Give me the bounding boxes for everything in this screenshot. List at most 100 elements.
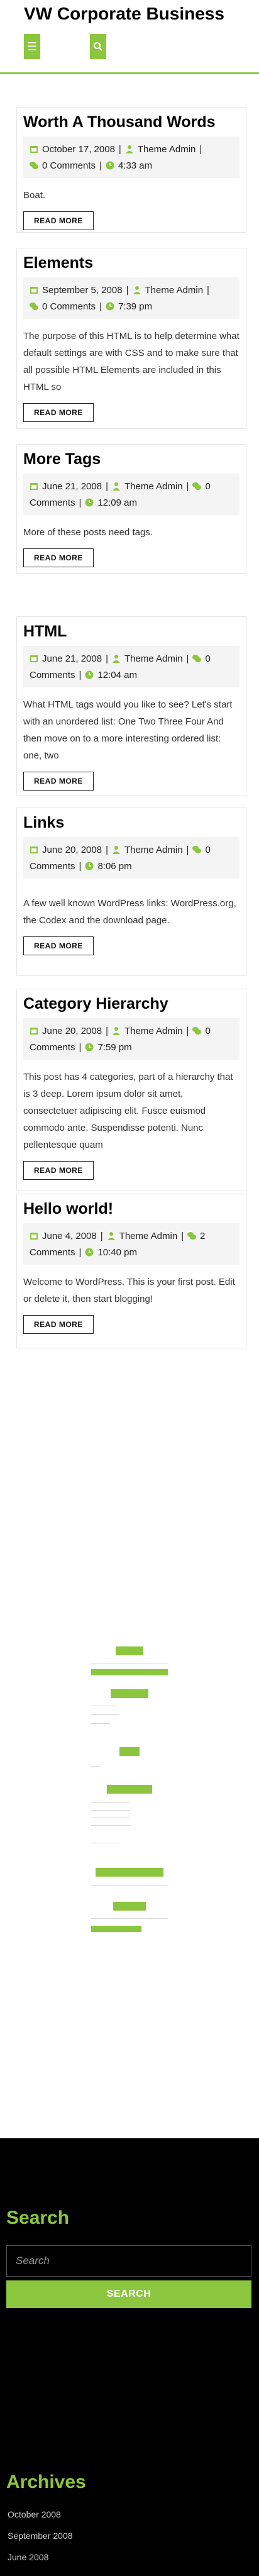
post-date[interactable]: September 5, 2008 [42, 285, 123, 296]
post-author[interactable]: Theme Admin [145, 285, 204, 296]
post-time: 12:04 am [97, 670, 137, 680]
user-icon [107, 1232, 115, 1240]
sidebar-widget-heading [96, 1868, 163, 1877]
sidebar-select[interactable] [91, 1918, 168, 1919]
clock-icon [85, 1043, 94, 1052]
sidebar-list-item[interactable] [91, 1810, 130, 1811]
post-title[interactable]: Worth A Thousand Words [23, 113, 240, 131]
user-icon [113, 655, 120, 663]
read-more-button[interactable]: READ MORE [23, 772, 94, 791]
post-card: More Tags June 21, 2008 | Theme Admin | 0 Co… [16, 444, 246, 574]
post-comments[interactable]: 0 Comments [42, 160, 96, 171]
post-time: 8:06 pm [97, 861, 132, 872]
post-author[interactable]: Theme Admin [124, 653, 183, 664]
post-meta: September 5, 2008 | Theme Admin | 0 Comment… [23, 277, 240, 319]
post-excerpt: What HTML tags would you like to see? Le… [23, 699, 233, 761]
post-meta: June 20, 2008 | Theme Admin | 0 Comments | 8:0… [23, 837, 240, 879]
post-meta: October 17, 2008 | Theme Admin | 0 Comments… [23, 136, 240, 178]
site-header: VW Corporate Business ☰ [0, 0, 259, 74]
post-author[interactable]: Theme Admin [124, 845, 183, 855]
menu-icon: ☰ [26, 40, 38, 53]
read-more-button[interactable]: READ MORE [23, 211, 94, 230]
user-icon [113, 846, 120, 854]
post-card: Hello world! June 4, 2008 | Theme Admin | 2 … [16, 1194, 246, 1348]
post-author[interactable]: Theme Admin [124, 481, 183, 492]
sidebar-widget-heading [107, 1785, 152, 1794]
archive-link[interactable]: October 2008 [8, 2509, 61, 2519]
sidebar-list-item[interactable] [91, 1714, 119, 1715]
post-author[interactable]: Theme Admin [119, 1231, 178, 1241]
comments-icon [192, 482, 202, 490]
read-more-button[interactable]: READ MORE [23, 1161, 94, 1180]
comments-icon [30, 162, 38, 169]
sidebar-list-item[interactable] [91, 1802, 129, 1803]
archive-link[interactable]: September 2008 [8, 2531, 73, 2541]
sidebar-list-item[interactable] [91, 1766, 100, 1767]
site-title[interactable]: VW Corporate Business [24, 4, 224, 24]
post-meta: June 21, 2008 | Theme Admin | 0 Comments | 12:… [23, 646, 240, 687]
sidebar-list-item[interactable] [91, 1825, 131, 1826]
post-card: Worth A Thousand Words October 17, 2008 |… [16, 107, 246, 233]
clock-icon [106, 302, 114, 311]
post-card: Category Hierarchy June 20, 2008 | Theme A… [16, 989, 246, 1191]
sidebar-tag[interactable] [91, 1926, 141, 1932]
clock-icon [106, 161, 114, 170]
footer-search-input[interactable]: Search [6, 2245, 251, 2277]
post-date[interactable]: October 17, 2008 [42, 144, 115, 155]
post-comments[interactable]: 0 Comments [42, 301, 96, 312]
user-icon [133, 286, 141, 294]
post-title[interactable]: Category Hierarchy [23, 994, 240, 1013]
post-time: 7:59 pm [97, 1042, 132, 1053]
comments-icon [192, 655, 202, 662]
archive-link[interactable]: June 2008 [8, 2552, 48, 2562]
post-date[interactable]: June 4, 2008 [42, 1231, 97, 1241]
user-icon [125, 145, 133, 153]
clock-icon [85, 1248, 94, 1257]
calendar-icon [30, 287, 38, 294]
read-more-button[interactable]: READ MORE [23, 403, 94, 422]
sidebar-select[interactable] [91, 1885, 168, 1886]
post-title[interactable]: More Tags [23, 450, 240, 469]
sidebar-widget-heading [111, 1689, 148, 1698]
menu-toggle-button[interactable]: ☰ [24, 34, 40, 59]
post-date[interactable]: June 20, 2008 [42, 845, 102, 855]
post-author[interactable]: Theme Admin [138, 144, 196, 155]
post-author[interactable]: Theme Admin [124, 1026, 183, 1036]
footer-search-button[interactable]: SEARCH [6, 2280, 251, 2308]
post-title[interactable]: HTML [23, 622, 240, 641]
post-meta: June 20, 2008 | Theme Admin | 0 Comments | 7:5… [23, 1018, 240, 1060]
post-time: 7:39 pm [118, 301, 153, 312]
post-date[interactable]: June 21, 2008 [42, 481, 102, 492]
comments-icon [187, 1232, 197, 1240]
footer-search-title: Search [6, 2207, 70, 2228]
post-meta: June 21, 2008 | Theme Admin | 0 Comments | 12:… [23, 474, 240, 515]
post-card: Elements September 5, 2008 | Theme Admin | … [16, 248, 246, 429]
post-date[interactable]: June 20, 2008 [42, 1026, 102, 1036]
search-icon [94, 42, 102, 51]
read-more-button[interactable]: READ MORE [23, 936, 94, 955]
post-title[interactable]: Hello world! [23, 1199, 240, 1218]
sidebar-list-item[interactable] [91, 1723, 110, 1724]
post-title[interactable]: Links [23, 813, 240, 832]
post-excerpt: Boat. [23, 190, 46, 201]
calendar-icon [30, 1233, 38, 1240]
post-excerpt: This post has 4 categories, part of a hi… [23, 1072, 233, 1150]
post-card: Links June 20, 2008 | Theme Admin | 0 Commen… [16, 808, 246, 976]
comments-icon [192, 846, 202, 853]
calendar-icon [30, 146, 38, 153]
read-more-button[interactable]: READ MORE [23, 548, 94, 567]
post-date[interactable]: June 21, 2008 [42, 653, 102, 664]
calendar-icon [30, 655, 38, 662]
clock-icon [85, 498, 94, 507]
clock-icon [85, 670, 94, 679]
clock-icon [85, 862, 94, 870]
post-time: 12:09 am [97, 497, 137, 508]
search-toggle-button[interactable] [90, 34, 106, 59]
read-more-button[interactable]: READ MORE [23, 1315, 94, 1334]
post-excerpt: The purpose of this HTML is to help dete… [23, 331, 240, 392]
calendar-icon [30, 847, 38, 853]
post-time: 4:33 am [118, 160, 153, 171]
sidebar-widget-heading [113, 1902, 146, 1911]
post-title[interactable]: Elements [23, 253, 240, 272]
sidebar-button[interactable] [91, 1669, 168, 1675]
